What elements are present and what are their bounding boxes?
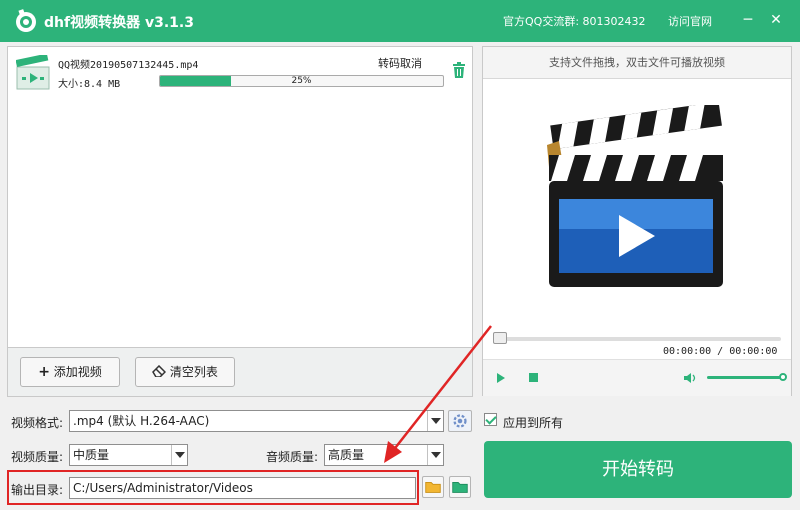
- output-dir-label: 输出目录:: [11, 483, 64, 497]
- app-title: dhf视频转换器 v3.1.3: [44, 15, 194, 31]
- stop-icon[interactable]: [529, 373, 538, 382]
- format-label: 视频格式:: [11, 416, 64, 430]
- playback-time: 00:00:00 / 00:00:00: [663, 346, 778, 357]
- apply-all-checkbox[interactable]: [484, 413, 497, 426]
- seek-track[interactable]: [495, 337, 781, 341]
- file-list-toolbar: + 添加视频 清空列表: [7, 348, 473, 397]
- audio-quality-value: 高质量: [328, 448, 365, 462]
- chevron-down-icon: [171, 445, 187, 465]
- add-video-label: 添加视频: [53, 365, 102, 379]
- file-list-item[interactable]: QQ视频20190507132445.mp4 转码取消 大小:8.4 MB 25…: [8, 47, 472, 97]
- video-quality-value: 中质量: [73, 448, 110, 462]
- trash-icon[interactable]: [452, 62, 466, 78]
- apply-all-label: 应用到所有: [503, 416, 564, 430]
- minimize-button[interactable]: ─: [738, 10, 758, 30]
- app-logo-icon: [16, 9, 36, 32]
- seek-handle[interactable]: [493, 332, 507, 344]
- drag-drop-hint: 支持文件拖拽，双击文件可播放视频: [483, 47, 791, 79]
- transcode-progress-bar: 25%: [159, 75, 444, 87]
- plus-icon: +: [38, 364, 50, 380]
- preview-panel[interactable]: 支持文件拖拽，双击文件可播放视频 00:00:00 / 00:00:00: [482, 46, 792, 396]
- video-clapperboard-icon: [547, 105, 723, 287]
- cancel-transcode-button[interactable]: 转码取消: [378, 55, 422, 71]
- close-button[interactable]: ✕: [766, 10, 786, 30]
- add-video-button[interactable]: + 添加视频: [20, 357, 120, 387]
- volume-slider[interactable]: [707, 376, 783, 379]
- clear-list-label: 清空列表: [169, 365, 218, 379]
- title-bar: dhf视频转换器 v3.1.3 官方QQ交流群: 801302432 访问官网 …: [0, 0, 800, 42]
- chevron-down-icon: [427, 411, 443, 431]
- eraser-icon: [152, 364, 167, 378]
- audio-quality-label: 音频质量:: [266, 450, 319, 464]
- file-name: QQ视频20190507132445.mp4: [58, 60, 199, 71]
- file-list-panel[interactable]: QQ视频20190507132445.mp4 转码取消 大小:8.4 MB 25…: [7, 46, 473, 348]
- browse-folder-icon[interactable]: [422, 476, 444, 498]
- output-dir-field[interactable]: C:/Users/Administrator/Videos: [69, 477, 416, 499]
- volume-icon[interactable]: [683, 371, 697, 385]
- visit-site-link[interactable]: 访问官网: [668, 13, 712, 29]
- chevron-down-icon: [427, 445, 443, 465]
- qq-group-text: 官方QQ交流群: 801302432: [503, 15, 646, 28]
- format-select[interactable]: .mp4 (默认 H.264-AAC): [69, 410, 444, 432]
- video-quality-select[interactable]: 中质量: [69, 444, 188, 466]
- start-transcode-button[interactable]: 开始转码: [484, 441, 792, 498]
- play-icon[interactable]: [497, 373, 505, 383]
- volume-handle[interactable]: [779, 373, 787, 381]
- progress-text: 25%: [291, 76, 312, 86]
- file-size: 大小:8.4 MB: [58, 79, 121, 90]
- format-value: .mp4 (默认 H.264-AAC): [73, 414, 210, 428]
- audio-quality-select[interactable]: 高质量: [324, 444, 444, 466]
- video-quality-label: 视频质量:: [11, 450, 64, 464]
- format-settings-icon[interactable]: [448, 410, 472, 432]
- player-controls: [483, 359, 791, 396]
- video-file-icon: [16, 55, 50, 90]
- open-folder-icon[interactable]: [449, 476, 471, 498]
- clear-list-button[interactable]: 清空列表: [135, 357, 235, 387]
